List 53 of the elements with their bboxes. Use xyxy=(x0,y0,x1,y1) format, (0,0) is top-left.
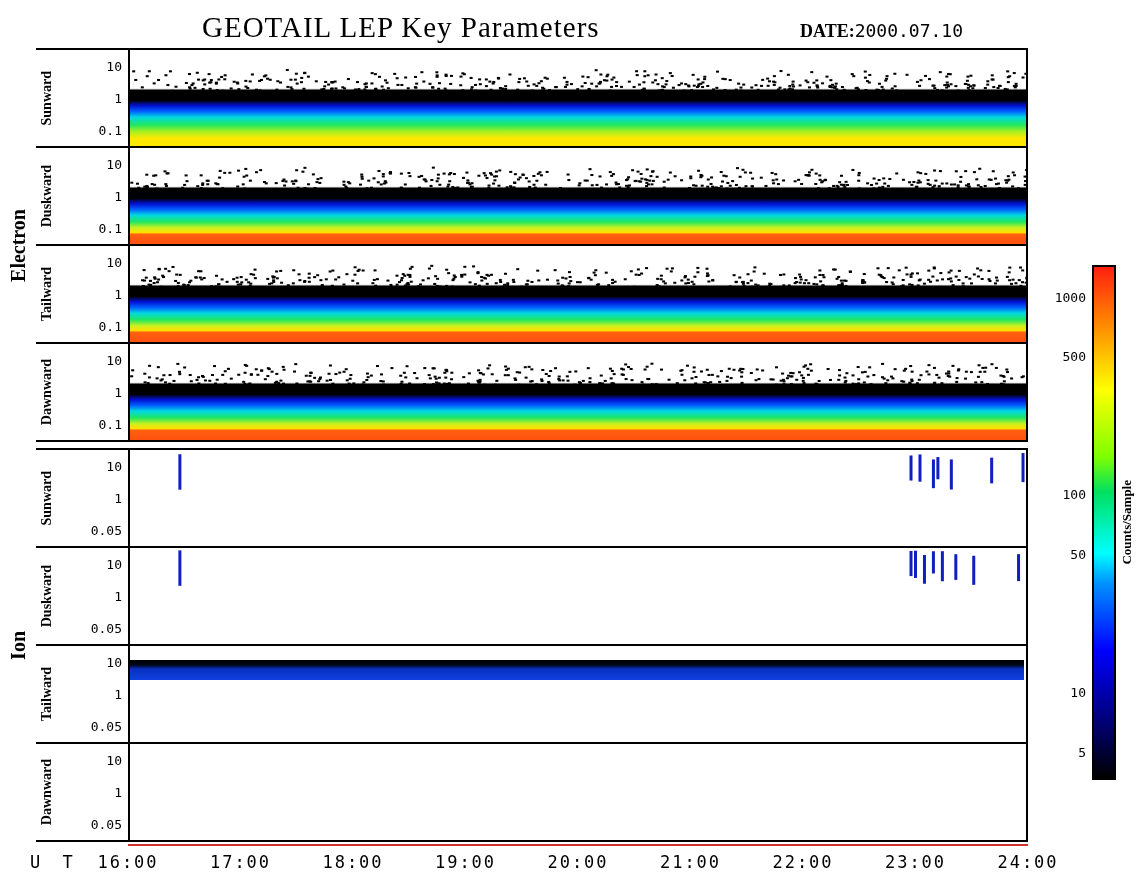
axis-tick-label: 0.05 xyxy=(90,719,122,733)
axis-tick-label: 0.05 xyxy=(90,523,122,537)
time-tick-label: 22:00 xyxy=(771,852,835,872)
date-label: DATE:2000.07.10 xyxy=(800,20,964,43)
axis-tick-label: 10 xyxy=(106,459,122,473)
axis-tick-label: 0.05 xyxy=(90,817,122,831)
axis-tick-label: 10 xyxy=(106,655,122,669)
plot-title: GEOTAIL LEP Key Parameters xyxy=(202,11,601,44)
axis-tick-label: 0.1 xyxy=(98,123,122,137)
direction-label: Dawnward xyxy=(39,358,55,426)
colorbar-tick-label: 5 xyxy=(1078,744,1086,760)
axis-tick-label: 0.1 xyxy=(98,417,122,431)
time-tick-label: 23:00 xyxy=(883,852,948,872)
time-tick-label: 19:00 xyxy=(433,852,498,872)
axis-tick-label: 0.1 xyxy=(98,319,122,333)
colorbar-tick-label: 1000 xyxy=(1054,289,1086,305)
axis-tick-label: 0.1 xyxy=(98,221,122,235)
direction-label: Sunward xyxy=(39,470,55,526)
axis-tick-label: 10 xyxy=(106,557,122,571)
colorbar-tick-label: 500 xyxy=(1062,348,1086,364)
axis-tick-label: 0.05 xyxy=(90,621,122,635)
direction-label: Sunward xyxy=(39,70,55,126)
time-tick-label: 18:00 xyxy=(321,852,385,872)
direction-label: Duskward xyxy=(39,164,55,228)
colorbar-tick-label: 50 xyxy=(1070,546,1086,562)
axis-tick-label: 10 xyxy=(106,255,122,269)
axis-tick-label: 1 xyxy=(114,589,122,603)
axis-tick-label: 10 xyxy=(106,753,122,767)
axis-tick-label: 1 xyxy=(114,287,122,301)
axis-tick-label: 10 xyxy=(106,353,122,367)
time-tick-label: 17:00 xyxy=(208,852,273,872)
colorbar-title: Counts/Sample xyxy=(1119,480,1135,565)
time-tick-label: 16:00 xyxy=(96,852,160,872)
group-label: Ion xyxy=(6,630,30,660)
axis-tick-label: 1 xyxy=(114,785,122,799)
time-tick-label: 24:00 xyxy=(996,852,1060,872)
group-label: Electron xyxy=(6,208,30,282)
direction-label: Duskward xyxy=(39,564,55,628)
direction-label: Tailward xyxy=(39,667,55,721)
axis-tick-label: 1 xyxy=(114,687,122,701)
time-tick-label: 20:00 xyxy=(546,852,610,872)
direction-label: Tailward xyxy=(39,267,55,321)
axis-tick-label: 1 xyxy=(114,491,122,505)
axis-tick-label: 10 xyxy=(106,157,122,171)
axis-tick-label: 1 xyxy=(114,385,122,399)
axis-tick-label: 1 xyxy=(114,91,122,105)
colorbar-tick-label: 100 xyxy=(1062,486,1086,502)
axis-tick-label: 10 xyxy=(106,59,122,73)
colorbar-tick-label: 10 xyxy=(1070,684,1086,700)
axis-tick-label: 1 xyxy=(114,189,122,203)
time-axis-label: U T xyxy=(30,852,79,872)
time-tick-label: 21:00 xyxy=(658,852,723,872)
direction-label: Dawnward xyxy=(39,758,55,826)
